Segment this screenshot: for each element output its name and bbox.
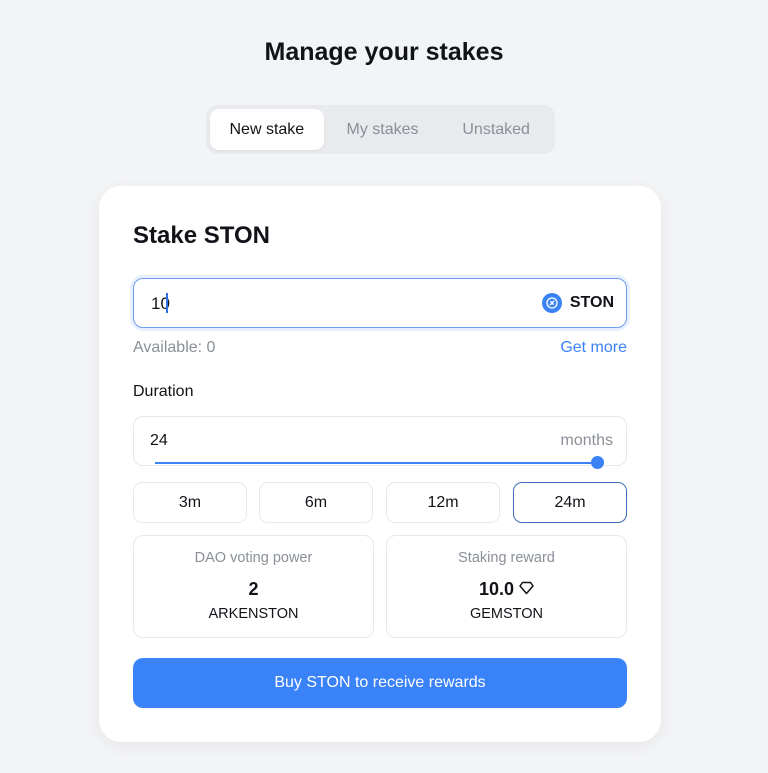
duration-value: 24 (150, 432, 168, 449)
text-caret (166, 293, 168, 313)
voting-power-label: DAO voting power (194, 550, 313, 566)
voting-power-unit: ARKENSTON (208, 606, 299, 622)
preset-24m-button[interactable]: 24m (513, 482, 627, 523)
page-title: Manage your stakes (264, 38, 504, 66)
duration-slider-handle[interactable] (591, 456, 604, 469)
duration-presets: 3m 6m 12m 24m (133, 482, 627, 523)
tab-new-stake[interactable]: New stake (210, 109, 324, 150)
stake-tabs: New stake My stakes Unstaked (206, 105, 555, 154)
duration-unit: months (560, 432, 613, 449)
voting-power-number: 2 (248, 579, 259, 599)
staking-reward-value: 10.0 (387, 579, 626, 600)
token-label: STON (569, 293, 614, 311)
duration-slider-track[interactable] (155, 462, 598, 464)
preset-12m-button[interactable]: 12m (386, 482, 500, 523)
voting-power-value: 2 (134, 579, 373, 600)
voting-power-panel: DAO voting power 2 ARKENSTON (133, 535, 374, 638)
token-selector[interactable]: STON (541, 279, 614, 326)
amount-field[interactable]: STON (133, 278, 627, 328)
duration-field[interactable]: 24 months (133, 416, 627, 469)
buy-ston-button[interactable]: Buy STON to receive rewards (133, 658, 627, 708)
preset-6m-button[interactable]: 6m (259, 482, 373, 523)
card-title: Stake STON (133, 222, 270, 249)
available-balance: Available: 0 (133, 339, 216, 356)
staking-reward-number: 10.0 (478, 579, 515, 599)
tab-unstaked[interactable]: Unstaked (441, 109, 551, 150)
tab-my-stakes[interactable]: My stakes (324, 109, 442, 150)
staking-reward-panel: Staking reward 10.0 GEMSTON (386, 535, 627, 638)
preset-3m-button[interactable]: 3m (133, 482, 247, 523)
stake-card: Stake STON STON Available: 0 Get more Du… (99, 186, 661, 742)
staking-reward-unit: GEMSTON (469, 606, 544, 622)
ston-icon (541, 292, 562, 313)
duration-label: Duration (133, 383, 194, 400)
get-more-link[interactable]: Get more (560, 339, 627, 357)
amount-input[interactable] (149, 279, 513, 328)
gem-icon (519, 579, 534, 600)
staking-reward-label: Staking reward (458, 550, 555, 566)
